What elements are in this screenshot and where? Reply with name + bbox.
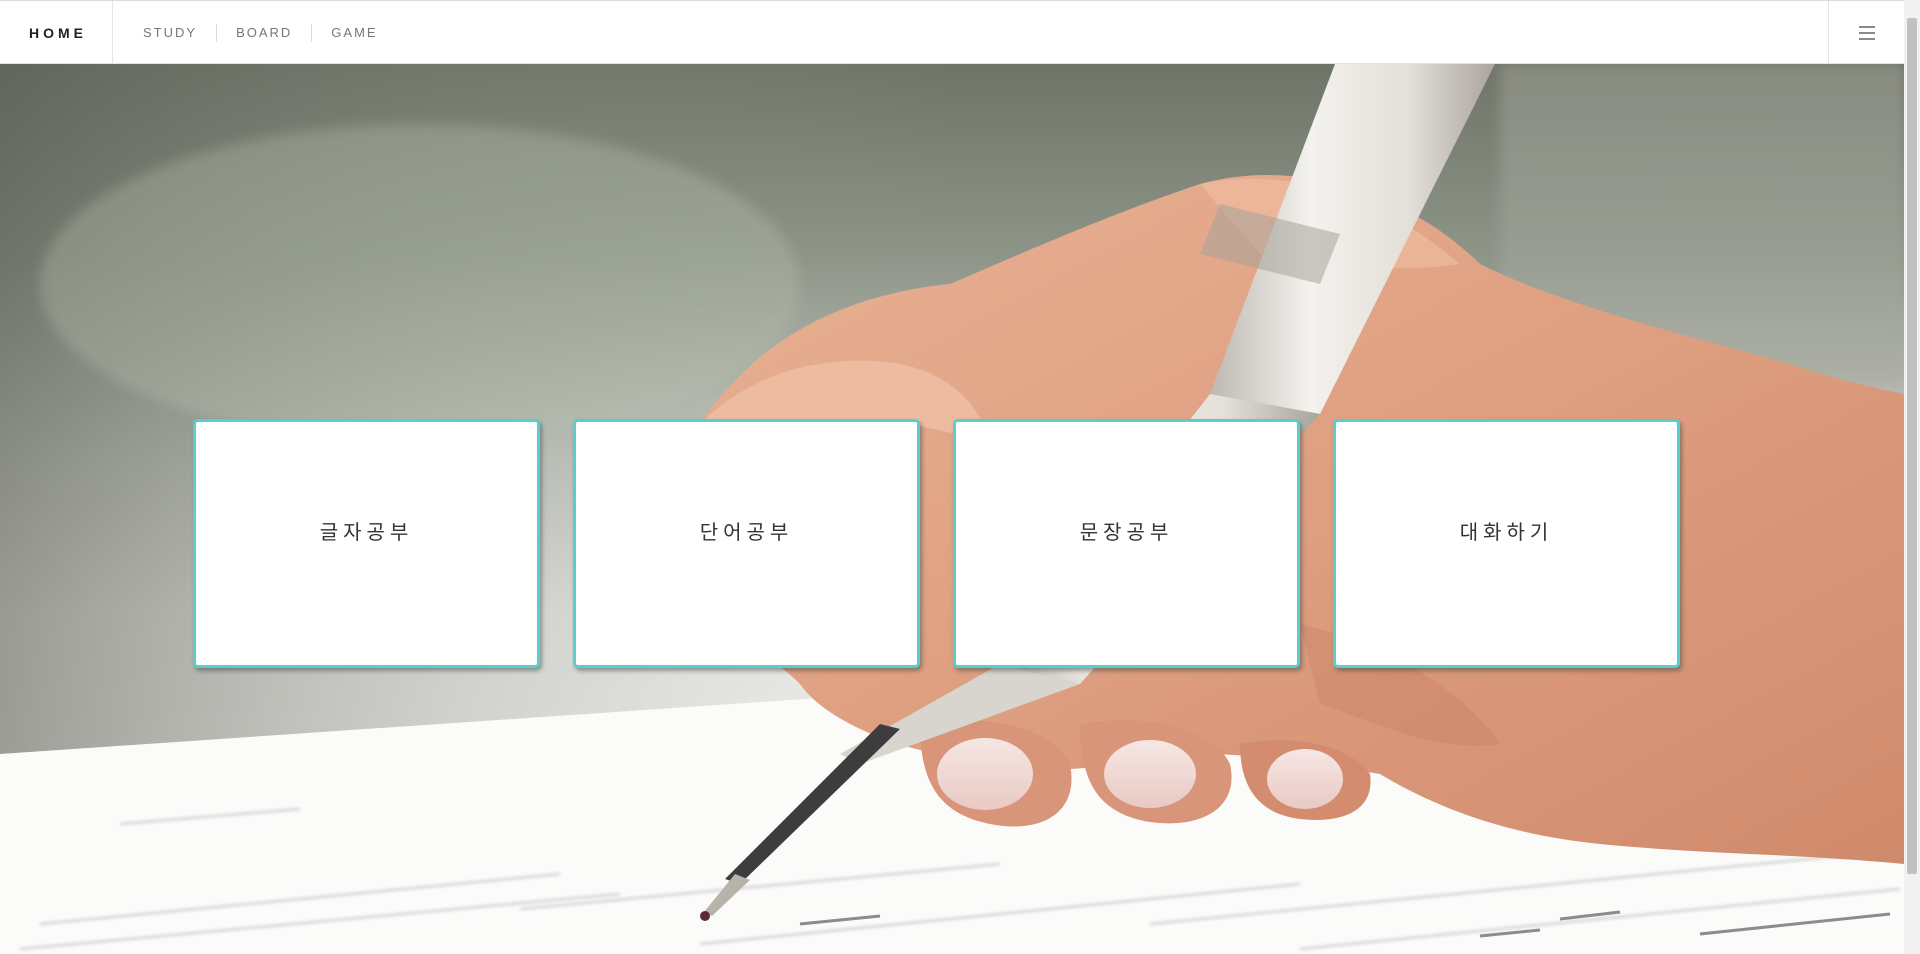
- card-word-study[interactable]: 단어공부: [573, 419, 920, 668]
- card-label: 대화하기: [1459, 520, 1554, 544]
- hamburger-icon: [1858, 25, 1875, 40]
- menu-toggle-button[interactable]: [1828, 1, 1904, 64]
- nav-link-game[interactable]: GAME: [311, 23, 396, 42]
- card-label: 단어공부: [699, 520, 794, 544]
- card-conversation[interactable]: 대화하기: [1333, 419, 1680, 668]
- nav-link-board[interactable]: BOARD: [216, 23, 311, 42]
- nav-link-study[interactable]: STUDY: [124, 24, 216, 42]
- card-label: 문장공부: [1079, 520, 1174, 544]
- card-letter-study[interactable]: 글자공부: [193, 419, 540, 668]
- study-menu-cards: 글자공부 단어공부 문장공부 대화하기: [193, 419, 1680, 668]
- card-label: 글자공부: [319, 520, 414, 544]
- scrollbar-thumb[interactable]: [1907, 18, 1917, 874]
- nav-links: STUDY BOARD GAME: [124, 1, 397, 64]
- vertical-scrollbar[interactable]: [1904, 0, 1920, 954]
- top-navbar: HOME STUDY BOARD GAME: [0, 0, 1904, 64]
- page: HOME STUDY BOARD GAME 글자공부 단어공부 문장공부 대화하…: [0, 0, 1920, 954]
- card-sentence-study[interactable]: 문장공부: [953, 419, 1300, 668]
- home-link[interactable]: HOME: [0, 1, 113, 64]
